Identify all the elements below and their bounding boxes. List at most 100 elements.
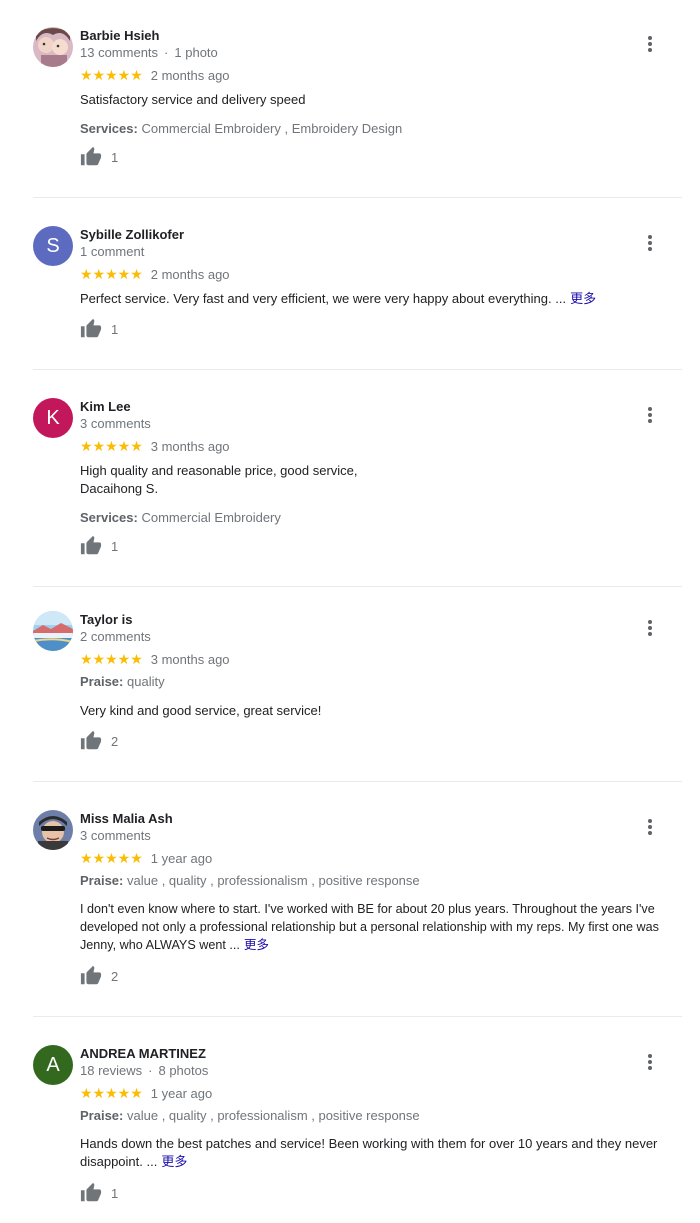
rating-row: ★★★★★ 2 months ago: [80, 67, 685, 83]
reviewer-meta: 3 comments: [80, 415, 685, 432]
review-text-line: I don't even know where to start. I've w…: [80, 902, 655, 916]
attribute-value: quality: [127, 674, 165, 689]
star-rating: ★★★★★: [80, 1085, 143, 1101]
more-link[interactable]: 更多: [161, 1154, 187, 1169]
more-options-button[interactable]: [645, 1053, 655, 1071]
more-options-button[interactable]: [645, 619, 655, 637]
like-button[interactable]: 1: [80, 535, 118, 557]
rating-row: ★★★★★ 1 year ago: [80, 1085, 685, 1101]
review-date: 3 months ago: [150, 651, 230, 667]
thumbs-up-icon: [80, 146, 102, 168]
like-count: 2: [111, 968, 119, 984]
rating-row: ★★★★★ 1 year ago: [80, 850, 685, 866]
star-rating: ★★★★★: [80, 266, 143, 282]
review-text: Hands down the best patches and service!…: [80, 1135, 685, 1171]
rating-row: ★★★★★ 3 months ago: [80, 651, 685, 667]
reviewer-comment-count: 3 comments: [80, 416, 151, 431]
reviewer-meta: 3 comments: [80, 827, 685, 844]
like-count: 1: [111, 321, 119, 337]
photo-avatar-icon: [33, 27, 73, 67]
divider: [33, 781, 682, 782]
like-count: 2: [111, 733, 119, 749]
star-rating: ★★★★★: [80, 850, 143, 866]
like-count: 1: [111, 1185, 119, 1201]
reviewer-photo-count: 8 photos: [158, 1063, 209, 1078]
attribute-value: value , quality , professionalism , posi…: [127, 873, 420, 888]
thumbs-up-icon: [80, 965, 102, 987]
reviewer-avatar-letter[interactable]: K: [33, 398, 73, 438]
review-text: Satisfactory service and delivery speed: [80, 92, 306, 107]
review-date: 2 months ago: [150, 266, 230, 282]
attribute-value: value , quality , professionalism , posi…: [127, 1108, 420, 1123]
review-text: I don't even know where to start. I've w…: [80, 900, 685, 954]
reviewer-comment-count: 3 comments: [80, 828, 151, 843]
reviewer-meta: 18 reviews · 8 photos: [80, 1063, 209, 1078]
reviewer-avatar-photo[interactable]: [33, 27, 73, 67]
reviewer-meta: 1 comment: [80, 243, 685, 260]
reviewer-avatar-letter[interactable]: S: [33, 226, 73, 266]
reviewer-name[interactable]: Taylor is: [80, 611, 685, 628]
reviewer-name[interactable]: Kim Lee: [80, 398, 685, 415]
review-date: 1 year ago: [150, 850, 213, 866]
review-attribute: Praise: value , quality , professionalis…: [80, 872, 685, 890]
reviewer-comment-count: 1 comment: [80, 244, 145, 259]
review-text-line: developed not only a professional relati…: [80, 920, 659, 934]
reviewer-comment-count: 2 comments: [80, 629, 151, 644]
review-text-line: Jenny, who ALWAYS went ... 更多: [80, 936, 685, 954]
reviewer-meta: 13 comments · 1 photo: [80, 45, 218, 60]
reviewer-name[interactable]: Sybille Zollikofer: [80, 226, 685, 243]
reviewer-meta: 2 comments: [80, 628, 685, 645]
review-text-line: Hands down the best patches and service!…: [80, 1136, 658, 1151]
review-text: High quality and reasonable price, good …: [80, 462, 685, 498]
reviewer-avatar-letter[interactable]: A: [33, 1045, 73, 1085]
divider: [33, 586, 682, 587]
review-text: Perfect service. Very fast and very effi…: [80, 290, 685, 308]
review-text-line: disappoint. ... 更多: [80, 1153, 685, 1171]
thumbs-up-icon: [80, 318, 102, 340]
reviewer-avatar-photo[interactable]: [33, 810, 73, 850]
review-text: Very kind and good service, great servic…: [80, 703, 322, 718]
attribute-label: Praise:: [80, 873, 124, 888]
attribute-label: Services:: [80, 510, 138, 525]
rating-row: ★★★★★ 2 months ago: [80, 266, 685, 282]
review-attribute: Praise: quality: [80, 673, 685, 691]
review-text-body: Perfect service. Very fast and very effi…: [80, 291, 567, 306]
divider: [33, 369, 682, 370]
attribute-label: Services:: [80, 121, 138, 136]
reviewer-avatar-photo[interactable]: [33, 611, 73, 651]
more-link[interactable]: 更多: [570, 291, 596, 306]
review-date: 1 year ago: [150, 1085, 213, 1101]
review-text-line: Dacaihong S.: [80, 481, 159, 496]
landscape-avatar-icon: [33, 611, 73, 651]
avatar-letter: K: [46, 406, 60, 429]
review-text-line-body: disappoint. ...: [80, 1154, 158, 1169]
review-date: 2 months ago: [150, 67, 230, 83]
rating-row: ★★★★★ 3 months ago: [80, 438, 685, 454]
star-rating: ★★★★★: [80, 67, 143, 83]
like-button[interactable]: 2: [80, 965, 118, 987]
reviewer-name[interactable]: Barbie Hsieh: [80, 27, 685, 44]
review-attribute: Praise: value , quality , professionalis…: [80, 1107, 685, 1125]
reviewer-name[interactable]: ANDREA MARTINEZ: [80, 1045, 685, 1062]
attribute-value: Commercial Embroidery , Embroidery Desig…: [141, 121, 403, 136]
like-button[interactable]: 2: [80, 730, 118, 752]
divider: [33, 197, 682, 198]
like-button[interactable]: 1: [80, 146, 118, 168]
like-button[interactable]: 1: [80, 318, 118, 340]
more-link[interactable]: 更多: [244, 938, 269, 952]
photo-avatar-icon: [33, 810, 73, 850]
review-attribute: Services: Commercial Embroidery , Embroi…: [80, 120, 685, 138]
reviewer-photo-count: 1 photo: [174, 45, 218, 60]
review-text-line-body: Jenny, who ALWAYS went ...: [80, 938, 240, 952]
more-options-button[interactable]: [645, 35, 655, 53]
like-button[interactable]: 1: [80, 1182, 118, 1204]
reviewer-comment-count: 13 comments: [80, 45, 159, 60]
attribute-label: Praise:: [80, 1108, 124, 1123]
review-date: 3 months ago: [150, 438, 230, 454]
more-options-button[interactable]: [645, 406, 655, 424]
star-rating: ★★★★★: [80, 438, 143, 454]
attribute-value: Commercial Embroidery: [141, 510, 281, 525]
more-options-button[interactable]: [645, 234, 655, 252]
more-options-button[interactable]: [645, 818, 655, 836]
reviewer-name[interactable]: Miss Malia Ash: [80, 810, 685, 827]
